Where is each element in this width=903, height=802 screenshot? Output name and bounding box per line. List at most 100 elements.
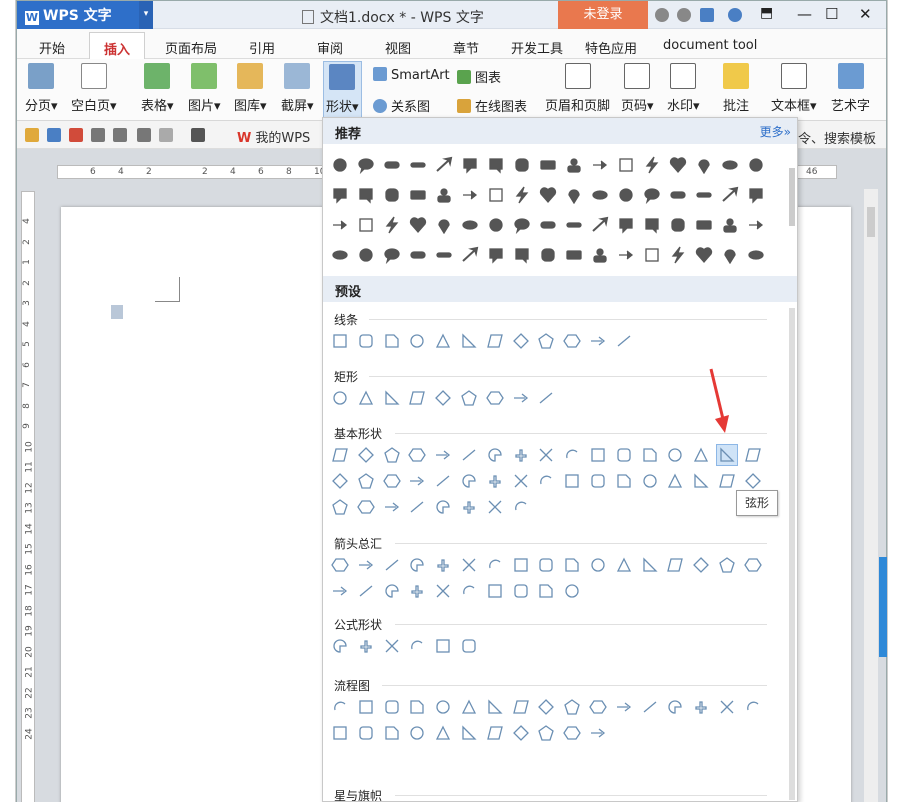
preset-shape-icon[interactable] [329, 387, 351, 409]
restore-ribbon-icon[interactable]: ⬒ [760, 5, 773, 21]
preset-shape-icon[interactable] [664, 554, 686, 576]
settings-icon[interactable] [677, 8, 691, 22]
chart-button[interactable]: 图表 [457, 67, 501, 86]
preset-shape-icon[interactable] [432, 580, 454, 602]
preset-shape-icon[interactable] [587, 330, 609, 352]
recommended-shape-9-icon[interactable] [537, 154, 559, 176]
recommended-shape-12-icon[interactable] [615, 154, 637, 176]
preset-shape-icon[interactable] [613, 470, 635, 492]
preset-shape-icon[interactable] [329, 554, 351, 576]
preset-shape-icon[interactable] [510, 554, 532, 576]
preset-shape-icon[interactable] [355, 330, 377, 352]
tab-developer[interactable]: 开发工具 [511, 38, 563, 57]
preset-shape-icon[interactable] [458, 722, 480, 744]
preset-shape-icon[interactable] [406, 696, 428, 718]
tab-references[interactable]: 引用 [249, 38, 275, 57]
recommended-shape-55-icon[interactable] [407, 244, 429, 266]
recommended-shape-17-icon[interactable] [745, 154, 767, 176]
preset-shape-icon[interactable] [381, 330, 403, 352]
recommended-shape-1-icon[interactable] [329, 154, 351, 176]
preset-shape-icon[interactable] [381, 470, 403, 492]
recommended-shape-13-icon[interactable] [641, 154, 663, 176]
recommended-shape-2-icon[interactable] [355, 154, 377, 176]
preset-shape-icon[interactable] [639, 554, 661, 576]
recommended-shape-35-icon[interactable] [329, 214, 351, 236]
help-icon[interactable] [728, 8, 742, 22]
recommended-shape-56-icon[interactable] [433, 244, 455, 266]
recommended-shape-5-icon[interactable] [433, 154, 455, 176]
preset-shape-icon[interactable] [381, 387, 403, 409]
preset-shape-icon[interactable] [510, 696, 532, 718]
undo-icon[interactable] [137, 128, 151, 142]
tab-insert[interactable]: 插入 [89, 32, 146, 59]
preset-shape-icon[interactable] [484, 696, 506, 718]
open-icon[interactable] [25, 128, 39, 142]
preset-shape-icon[interactable] [535, 696, 557, 718]
recommended-shape-19-icon[interactable] [355, 184, 377, 206]
preset-shape-icon[interactable] [355, 554, 377, 576]
preset-shape-icon[interactable] [329, 696, 351, 718]
preset-shape-icon[interactable] [458, 496, 480, 518]
recommended-shape-46-icon[interactable] [615, 214, 637, 236]
preset-shape-icon[interactable] [742, 696, 764, 718]
vertical-scrollbar[interactable] [864, 189, 878, 802]
recommended-shape-21-icon[interactable] [407, 184, 429, 206]
login-button[interactable]: 未登录 [558, 1, 648, 29]
recommended-shape-23-icon[interactable] [459, 184, 481, 206]
recommended-shape-7-icon[interactable] [485, 154, 507, 176]
preset-shape-icon[interactable] [458, 635, 480, 657]
pdf-icon[interactable] [69, 128, 83, 142]
preset-shape-icon[interactable] [561, 470, 583, 492]
preset-shape-icon[interactable] [458, 696, 480, 718]
print-icon[interactable] [91, 128, 105, 142]
preset-shape-icon[interactable] [458, 330, 480, 352]
tab-page-layout[interactable]: 页面布局 [165, 38, 217, 57]
watermark-button[interactable]: 水印▾ [667, 63, 700, 114]
recommended-shape-29-icon[interactable] [615, 184, 637, 206]
recommended-shape-39-icon[interactable] [433, 214, 455, 236]
preset-shape-icon[interactable] [355, 722, 377, 744]
preset-shape-icon[interactable] [406, 580, 428, 602]
recommended-shape-65-icon[interactable] [667, 244, 689, 266]
recommended-shape-67-icon[interactable] [719, 244, 741, 266]
recommended-shape-10-icon[interactable] [563, 154, 585, 176]
preset-shape-icon[interactable] [639, 470, 661, 492]
preset-shape-icon[interactable] [432, 554, 454, 576]
preset-shape-icon[interactable] [510, 496, 532, 518]
recommended-shape-52-icon[interactable] [329, 244, 351, 266]
preset-shape-icon[interactable] [484, 330, 506, 352]
recommended-shape-20-icon[interactable] [381, 184, 403, 206]
preset-shape-icon[interactable] [690, 554, 712, 576]
table-button[interactable]: 表格▾ [141, 63, 174, 114]
side-handle[interactable] [879, 557, 887, 657]
preset-shape-icon[interactable] [355, 635, 377, 657]
preset-shape-icon[interactable] [510, 330, 532, 352]
preset-shape-icon[interactable] [510, 444, 532, 466]
preset-shape-icon[interactable] [510, 722, 532, 744]
app-menu-button[interactable]: W WPS 文字 [17, 1, 139, 29]
recommended-shape-22-icon[interactable] [433, 184, 455, 206]
preset-shape-icon[interactable] [406, 722, 428, 744]
preview-icon[interactable] [113, 128, 127, 142]
recommended-shape-33-icon[interactable] [719, 184, 741, 206]
recommended-shape-66-icon[interactable] [693, 244, 715, 266]
more-link[interactable]: 更多» [760, 123, 791, 140]
recommended-shape-43-icon[interactable] [537, 214, 559, 236]
preset-shape-icon[interactable] [458, 580, 480, 602]
presets-scrollbar[interactable] [789, 308, 795, 800]
preset-shape-icon[interactable] [716, 696, 738, 718]
tab-view[interactable]: 视图 [385, 38, 411, 57]
skin-icon[interactable] [655, 8, 669, 22]
maximize-icon[interactable]: ☐ [825, 5, 838, 23]
smartart-button[interactable]: SmartArt [373, 67, 450, 83]
preset-shape-icon[interactable] [613, 444, 635, 466]
preset-shape-icon[interactable] [458, 470, 480, 492]
preset-shape-icon[interactable] [484, 444, 506, 466]
preset-shape-icon[interactable] [458, 444, 480, 466]
preset-shape-icon[interactable] [381, 444, 403, 466]
preset-shape-icon[interactable] [381, 554, 403, 576]
preset-shape-icon[interactable] [664, 696, 686, 718]
recommended-shape-42-icon[interactable] [511, 214, 533, 236]
chord-shape-icon[interactable] [716, 444, 738, 466]
preset-shape-icon[interactable] [664, 470, 686, 492]
